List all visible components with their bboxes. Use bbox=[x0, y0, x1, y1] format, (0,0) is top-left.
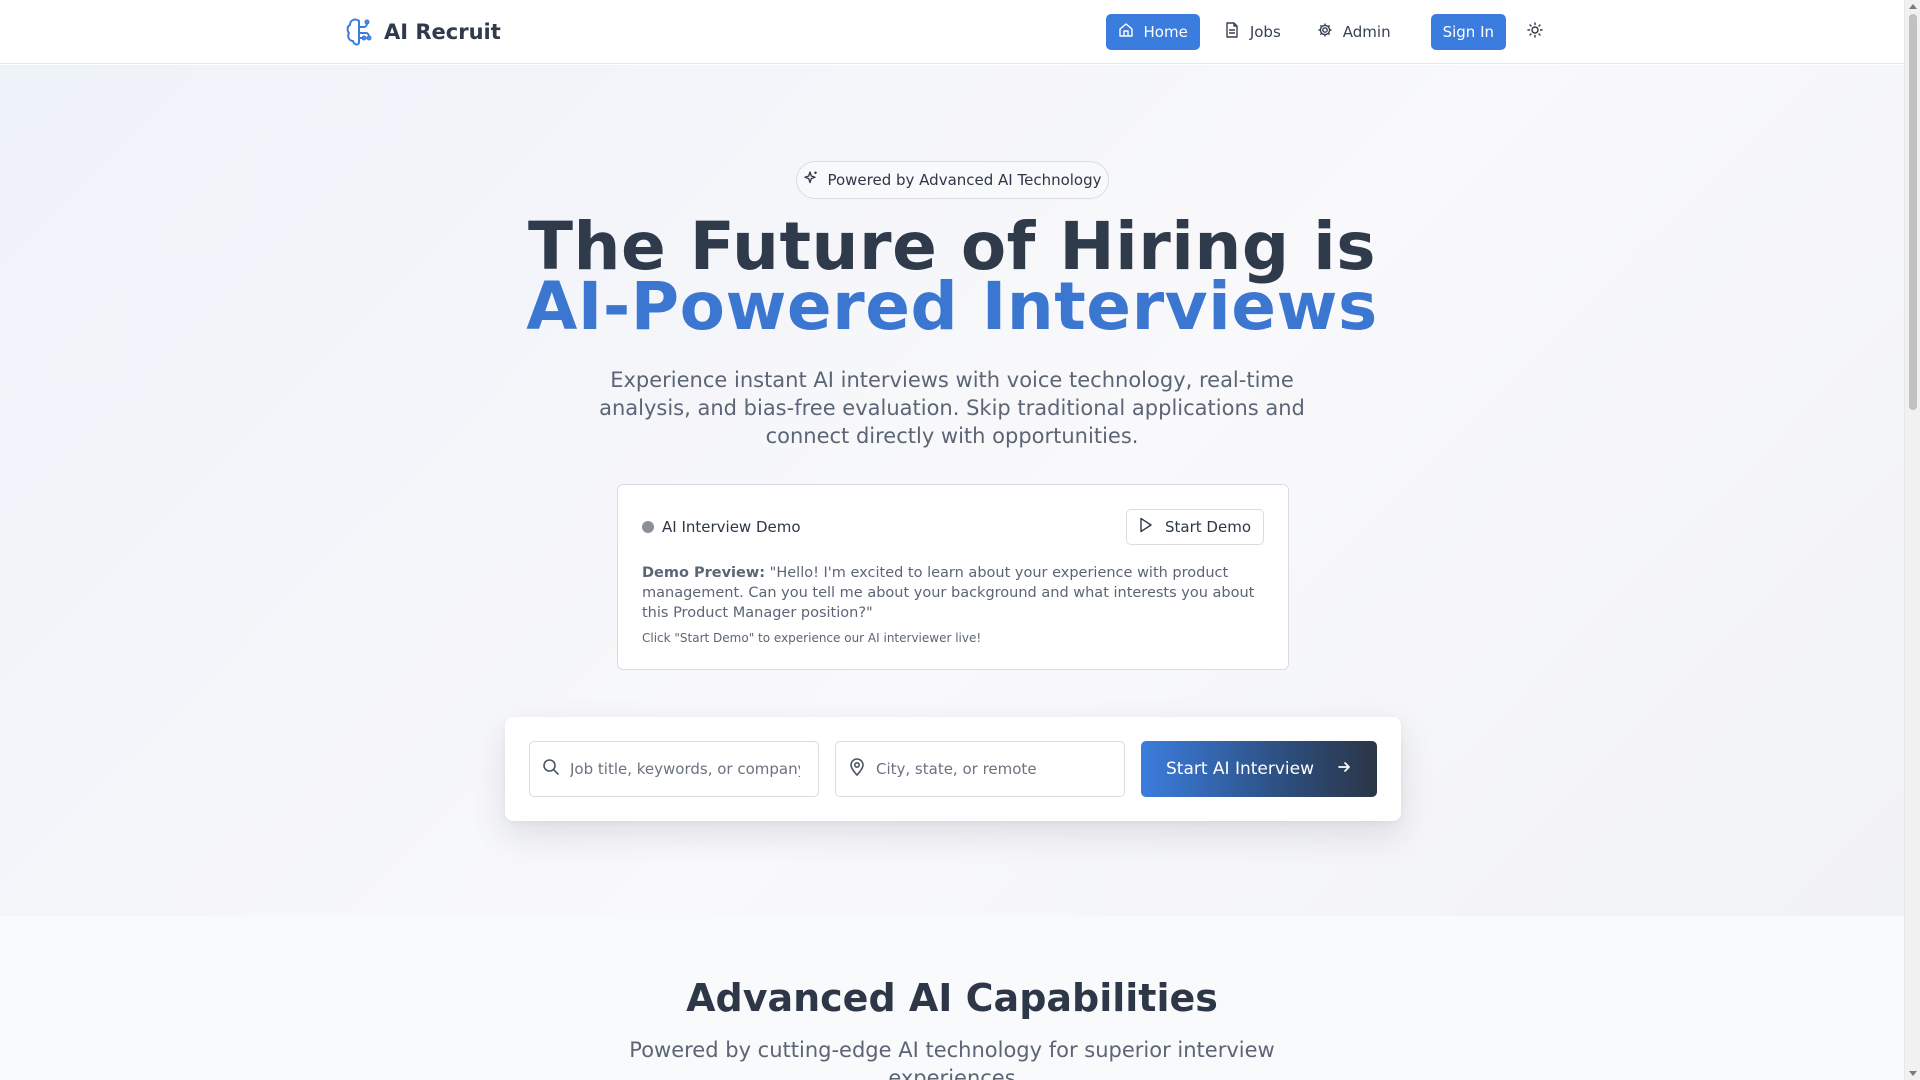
badge-text: Powered by Advanced AI Technology bbox=[827, 171, 1102, 189]
home-icon bbox=[1118, 22, 1134, 42]
nav-label-admin: Admin bbox=[1342, 23, 1391, 41]
demo-hint: Click "Start Demo" to experience our AI … bbox=[642, 631, 982, 645]
search-icon bbox=[542, 758, 560, 780]
demo-preview-label: Demo Preview: bbox=[642, 565, 766, 581]
demo-card: AI Interview Demo Start Demo Demo Previe… bbox=[617, 484, 1289, 670]
scrollbar-thumb[interactable] bbox=[1909, 14, 1917, 410]
nav-item-home[interactable]: Home bbox=[1105, 14, 1200, 50]
search-panel: Start AI Interview bbox=[505, 717, 1401, 821]
main-nav: Home Jobs Admin Sign In bbox=[1105, 14, 1552, 50]
scroll-down-arrow-icon[interactable] bbox=[1909, 1071, 1917, 1076]
location-search-input[interactable] bbox=[876, 760, 1106, 778]
sign-in-button[interactable]: Sign In bbox=[1430, 14, 1506, 50]
start-demo-button[interactable]: Start Demo bbox=[1126, 509, 1264, 545]
hero-subtitle: Experience instant AI interviews with vo… bbox=[599, 368, 1305, 448]
keyword-search-input[interactable] bbox=[570, 760, 800, 778]
hero-section: Powered by Advanced AI Technology The Fu… bbox=[0, 65, 1904, 916]
start-ai-interview-button[interactable]: Start AI Interview bbox=[1141, 741, 1377, 797]
demo-title: AI Interview Demo bbox=[642, 518, 801, 536]
ai-badge: Powered by Advanced AI Technology bbox=[796, 161, 1109, 199]
hero-title: The Future of Hiring is AI-Powered Inter… bbox=[0, 214, 1904, 345]
page-scrollbar[interactable] bbox=[1904, 0, 1920, 1080]
nav-label-home: Home bbox=[1143, 23, 1188, 41]
keyword-search-field[interactable] bbox=[529, 741, 819, 797]
file-icon bbox=[1224, 22, 1240, 42]
arrow-right-icon bbox=[1336, 759, 1352, 780]
nav-label-jobs: Jobs bbox=[1249, 23, 1281, 41]
navbar-inner: AI Recruit Home Jobs Admin Sign In bbox=[344, 0, 1552, 64]
hero-title-line2: AI-Powered Interviews bbox=[526, 268, 1378, 345]
demo-preview: Demo Preview: "Hello! I'm excited to lea… bbox=[642, 563, 1264, 623]
gear-icon bbox=[1317, 22, 1333, 42]
brand-name: AI Recruit bbox=[384, 20, 501, 44]
scroll-up-arrow-icon[interactable] bbox=[1909, 4, 1917, 9]
demo-title-text: AI Interview Demo bbox=[662, 518, 801, 536]
nav-item-jobs[interactable]: Jobs bbox=[1212, 14, 1293, 50]
features-title: Advanced AI Capabilities bbox=[686, 976, 1218, 1020]
map-pin-icon bbox=[848, 758, 866, 780]
sun-icon bbox=[1527, 22, 1543, 42]
start-demo-label: Start Demo bbox=[1165, 518, 1251, 536]
status-dot-icon bbox=[642, 521, 654, 533]
top-navbar: AI Recruit Home Jobs Admin Sign In bbox=[0, 0, 1904, 64]
features-subtitle: Powered by cutting-edge AI technology fo… bbox=[629, 1038, 1275, 1080]
theme-toggle-button[interactable] bbox=[1518, 15, 1552, 49]
cta-label: Start AI Interview bbox=[1165, 759, 1315, 779]
features-section: Advanced AI Capabilities Powered by cutt… bbox=[0, 916, 1904, 1080]
brand[interactable]: AI Recruit bbox=[344, 16, 501, 48]
play-icon bbox=[1139, 517, 1153, 537]
location-search-field[interactable] bbox=[835, 741, 1125, 797]
brain-logo-icon bbox=[344, 16, 374, 48]
demo-card-header: AI Interview Demo Start Demo bbox=[642, 509, 1264, 545]
sparkles-icon bbox=[803, 170, 819, 190]
nav-item-admin[interactable]: Admin bbox=[1305, 14, 1403, 50]
